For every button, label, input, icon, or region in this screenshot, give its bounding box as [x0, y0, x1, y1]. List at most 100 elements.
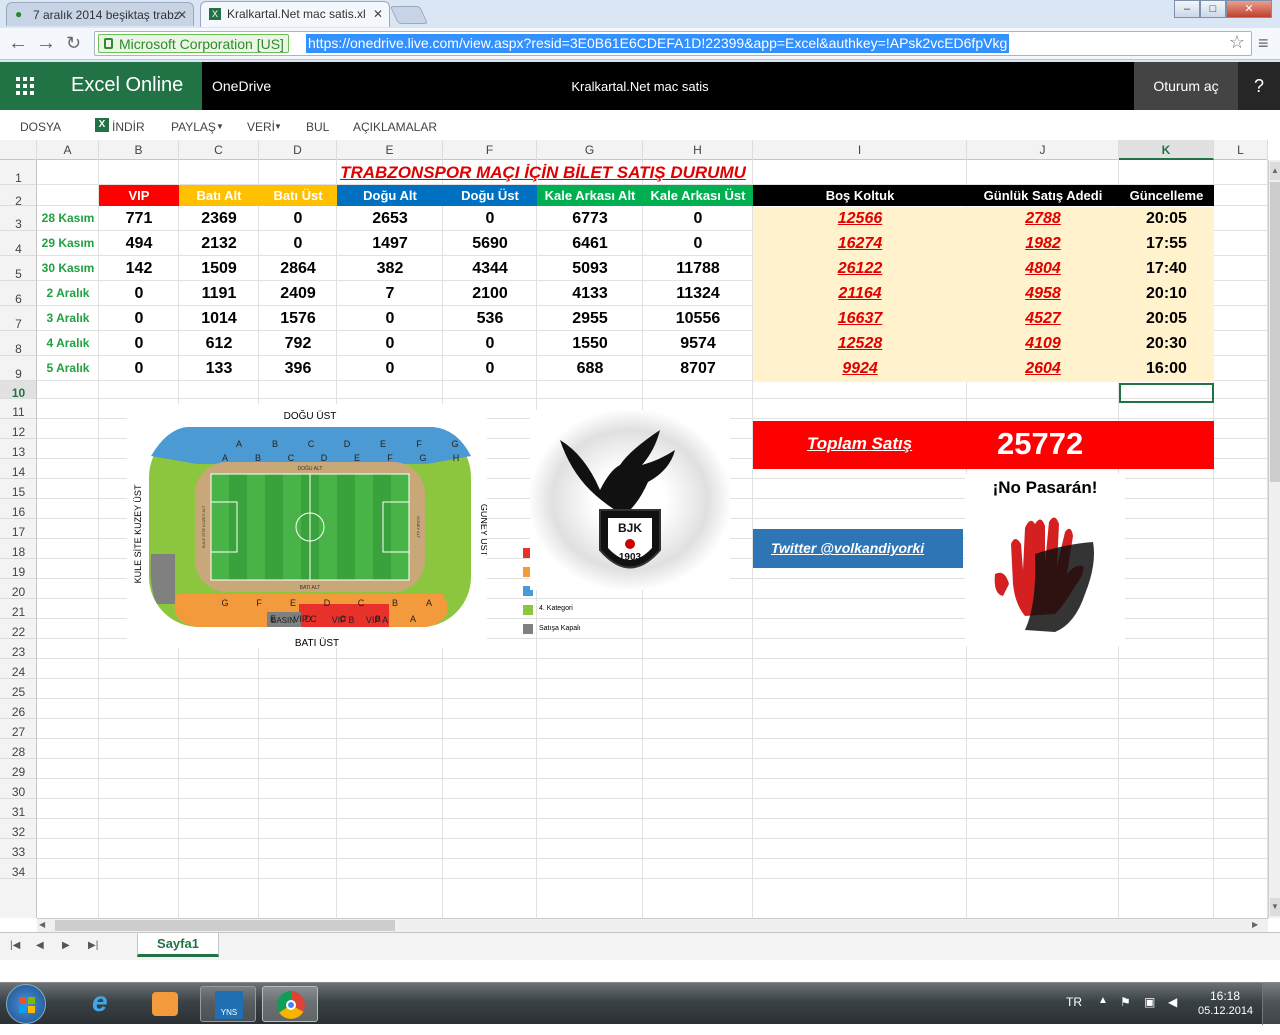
clock-time[interactable]: 16:18 — [1210, 989, 1240, 1003]
table-cell[interactable]: 792 — [259, 331, 337, 356]
row-header[interactable]: 33 — [0, 839, 36, 859]
row-header[interactable]: 19 — [0, 559, 36, 579]
row-header[interactable]: 12 — [0, 419, 36, 439]
table-cell[interactable]: 4344 — [443, 256, 537, 281]
scroll-down-icon[interactable]: ▼ — [1270, 898, 1280, 916]
table-cell[interactable]: 1982 — [967, 231, 1119, 256]
data-menu[interactable]: VERİ — [247, 120, 275, 134]
table-cell[interactable]: 133 — [179, 356, 259, 381]
table-cell[interactable]: 20:05 — [1119, 206, 1214, 231]
comments-menu[interactable]: AÇIKLAMALAR — [353, 120, 437, 134]
row-header[interactable]: 31 — [0, 799, 36, 819]
url-text[interactable]: https://onedrive.live.com/view.aspx?resi… — [306, 34, 1010, 53]
table-cell[interactable]: 10556 — [643, 306, 753, 331]
table-cell[interactable]: 382 — [337, 256, 443, 281]
table-cell[interactable]: 0 — [443, 331, 537, 356]
row-header[interactable]: 26 — [0, 699, 36, 719]
network-icon[interactable]: ▣ — [1144, 995, 1155, 1009]
row-header[interactable]: 9 — [0, 356, 36, 381]
row-header[interactable]: 15 — [0, 479, 36, 499]
row-header[interactable]: 1 — [0, 160, 36, 185]
table-cell[interactable]: 0 — [643, 206, 753, 231]
table-cell[interactable]: 0 — [337, 331, 443, 356]
row-header[interactable]: 17 — [0, 519, 36, 539]
column-header[interactable]: A — [37, 140, 99, 160]
ie-taskbar-icon[interactable]: e — [78, 986, 134, 1022]
sheet-tab[interactable]: Sayfa1 — [137, 933, 219, 957]
twitter-link[interactable]: Twitter @volkandiyorki — [771, 540, 924, 556]
row-header[interactable]: 13 — [0, 439, 36, 459]
sign-in-button[interactable]: Oturum aç — [1134, 62, 1238, 110]
table-cell[interactable]: 2604 — [967, 356, 1119, 381]
date-label[interactable]: 4 Aralık — [37, 331, 99, 356]
table-cell[interactable]: 0 — [443, 206, 537, 231]
table-cell[interactable]: 20:05 — [1119, 306, 1214, 331]
table-cell[interactable]: 2864 — [259, 256, 337, 281]
column-header[interactable]: H — [643, 140, 753, 160]
table-cell[interactable]: 2100 — [443, 281, 537, 306]
table-cell[interactable]: 1550 — [537, 331, 643, 356]
last-sheet-icon[interactable]: ▶| — [88, 940, 98, 951]
table-cell[interactable]: 20:30 — [1119, 331, 1214, 356]
table-cell[interactable]: 1497 — [337, 231, 443, 256]
table-cell[interactable]: 1576 — [259, 306, 337, 331]
row-header[interactable]: 24 — [0, 659, 36, 679]
column-header[interactable]: E — [337, 140, 443, 160]
column-header[interactable]: L — [1214, 140, 1268, 160]
onedrive-link[interactable]: OneDrive — [212, 78, 271, 94]
row-header[interactable]: 20 — [0, 579, 36, 599]
table-cell[interactable]: 0 — [643, 231, 753, 256]
column-header[interactable]: D — [259, 140, 337, 160]
table-cell[interactable]: 612 — [179, 331, 259, 356]
reload-icon[interactable]: ↻ — [66, 32, 81, 54]
row-header[interactable]: 25 — [0, 679, 36, 699]
table-cell[interactable]: 142 — [99, 256, 179, 281]
table-cell[interactable]: 9574 — [643, 331, 753, 356]
table-cell[interactable]: 0 — [99, 306, 179, 331]
table-cell[interactable]: 0 — [99, 331, 179, 356]
table-cell[interactable]: 536 — [443, 306, 537, 331]
app-launcher-icon[interactable] — [0, 62, 50, 110]
row-header[interactable]: 28 — [0, 739, 36, 759]
start-button[interactable] — [6, 984, 46, 1024]
new-tab-button[interactable] — [389, 6, 429, 24]
forward-icon[interactable]: → — [36, 32, 56, 54]
row-header[interactable]: 3 — [0, 206, 36, 231]
table-cell[interactable]: 1191 — [179, 281, 259, 306]
minimize-button[interactable]: – — [1174, 0, 1200, 18]
table-cell[interactable]: 1014 — [179, 306, 259, 331]
vertical-scrollbar[interactable]: ▲ ▼ — [1268, 160, 1280, 918]
bookmark-star-icon[interactable]: ☆ — [1229, 32, 1245, 53]
close-tab-icon[interactable]: ✕ — [177, 8, 187, 22]
show-hidden-icons[interactable]: ▲ — [1098, 995, 1108, 1006]
help-button[interactable]: ? — [1238, 62, 1280, 110]
row-header[interactable]: 32 — [0, 819, 36, 839]
table-cell[interactable]: 688 — [537, 356, 643, 381]
table-cell[interactable]: 771 — [99, 206, 179, 231]
table-cell[interactable]: 4133 — [537, 281, 643, 306]
prev-sheet-icon[interactable]: ◀ — [36, 940, 44, 951]
show-desktop-button[interactable] — [1262, 983, 1280, 1025]
row-header[interactable]: 18 — [0, 539, 36, 559]
table-cell[interactable]: 17:55 — [1119, 231, 1214, 256]
table-cell[interactable]: 2653 — [337, 206, 443, 231]
row-header[interactable]: 34 — [0, 859, 36, 879]
find-menu[interactable]: BUL — [306, 120, 329, 134]
close-window-button[interactable]: ✕ — [1226, 0, 1272, 18]
table-cell[interactable]: 5093 — [537, 256, 643, 281]
column-header[interactable]: J — [967, 140, 1119, 160]
spreadsheet-grid[interactable]: TRABZONSPOR MAÇI İÇİN BİLET SATIŞ DURUMU… — [37, 160, 1268, 918]
column-header[interactable]: B — [99, 140, 179, 160]
row-header[interactable]: 6 — [0, 281, 36, 306]
close-tab-icon[interactable]: ✕ — [373, 7, 383, 21]
row-header[interactable]: 7 — [0, 306, 36, 331]
table-cell[interactable]: 0 — [337, 356, 443, 381]
clock-date[interactable]: 05.12.2014 — [1198, 1005, 1253, 1017]
excel-online-brand[interactable]: Excel Online — [50, 62, 202, 110]
yns-taskbar-icon[interactable]: YNS — [200, 986, 256, 1022]
table-cell[interactable]: 26122 — [753, 256, 967, 281]
date-label[interactable]: 28 Kasım — [37, 206, 99, 231]
table-cell[interactable]: 16637 — [753, 306, 967, 331]
table-cell[interactable]: 2132 — [179, 231, 259, 256]
chrome-taskbar-icon[interactable] — [262, 986, 318, 1022]
